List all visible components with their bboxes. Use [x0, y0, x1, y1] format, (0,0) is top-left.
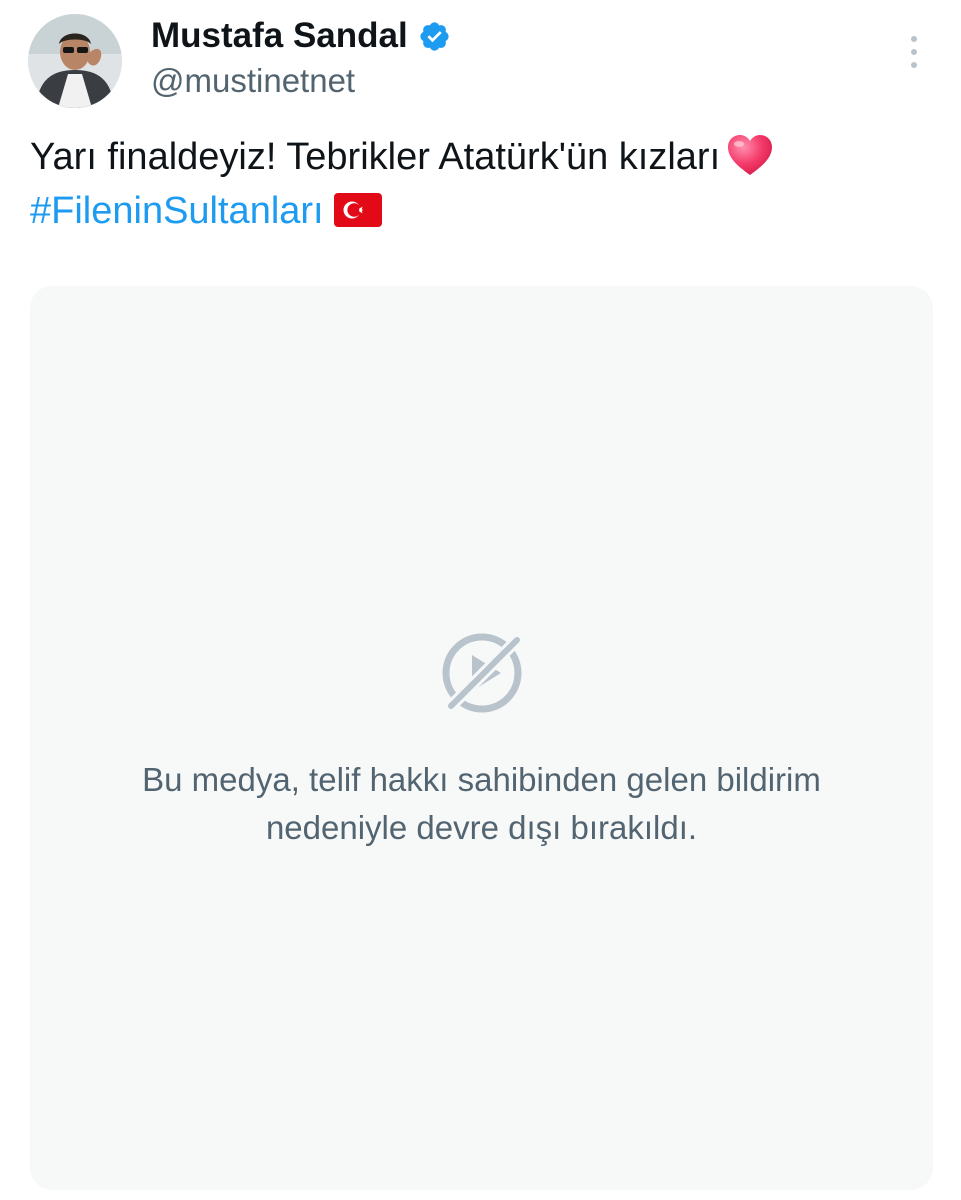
verified-badge-icon [420, 21, 449, 51]
media-message-line-1: Bu medya, telif hakkı sahibinden gelen b… [142, 761, 821, 798]
turkey-flag-emoji-icon [333, 193, 382, 227]
tweet-text: Yarı finaldeyiz! Tebrikler Atatürk'ün kı… [30, 130, 940, 238]
media-disabled-message: Bu medya, telif hakkı sahibinden gelen b… [30, 756, 933, 852]
author-name-text: Mustafa Sandal [151, 16, 408, 55]
tweet-text-line-1: Yarı finaldeyiz! Tebrikler Atatürk'ün kı… [30, 130, 940, 184]
avatar-image [28, 14, 122, 108]
media-message-line-2: nedeniyle devre dışı bırakıldı. [265, 809, 698, 846]
tweet-text-line-2: #FileninSultanları [30, 184, 940, 238]
tweet-header: Mustafa Sandal @mustinetnet [0, 0, 961, 110]
avatar[interactable] [28, 14, 122, 108]
more-dot [911, 36, 917, 42]
tweet-text-content: Yarı finaldeyiz! Tebrikler Atatürk'ün kı… [30, 136, 721, 178]
author-name[interactable]: Mustafa Sandal [151, 16, 451, 56]
media-card[interactable]: Bu medya, telif hakkı sahibinden gelen b… [30, 286, 933, 1190]
more-dot [911, 49, 917, 55]
author-handle[interactable]: @mustinetnet [151, 62, 355, 100]
more-dot [911, 62, 917, 68]
hashtag-link[interactable]: #FileninSultanları [30, 190, 324, 232]
heart-emoji-icon [728, 135, 773, 175]
more-vertical-icon[interactable] [896, 28, 932, 76]
media-disabled-icon [442, 632, 525, 714]
